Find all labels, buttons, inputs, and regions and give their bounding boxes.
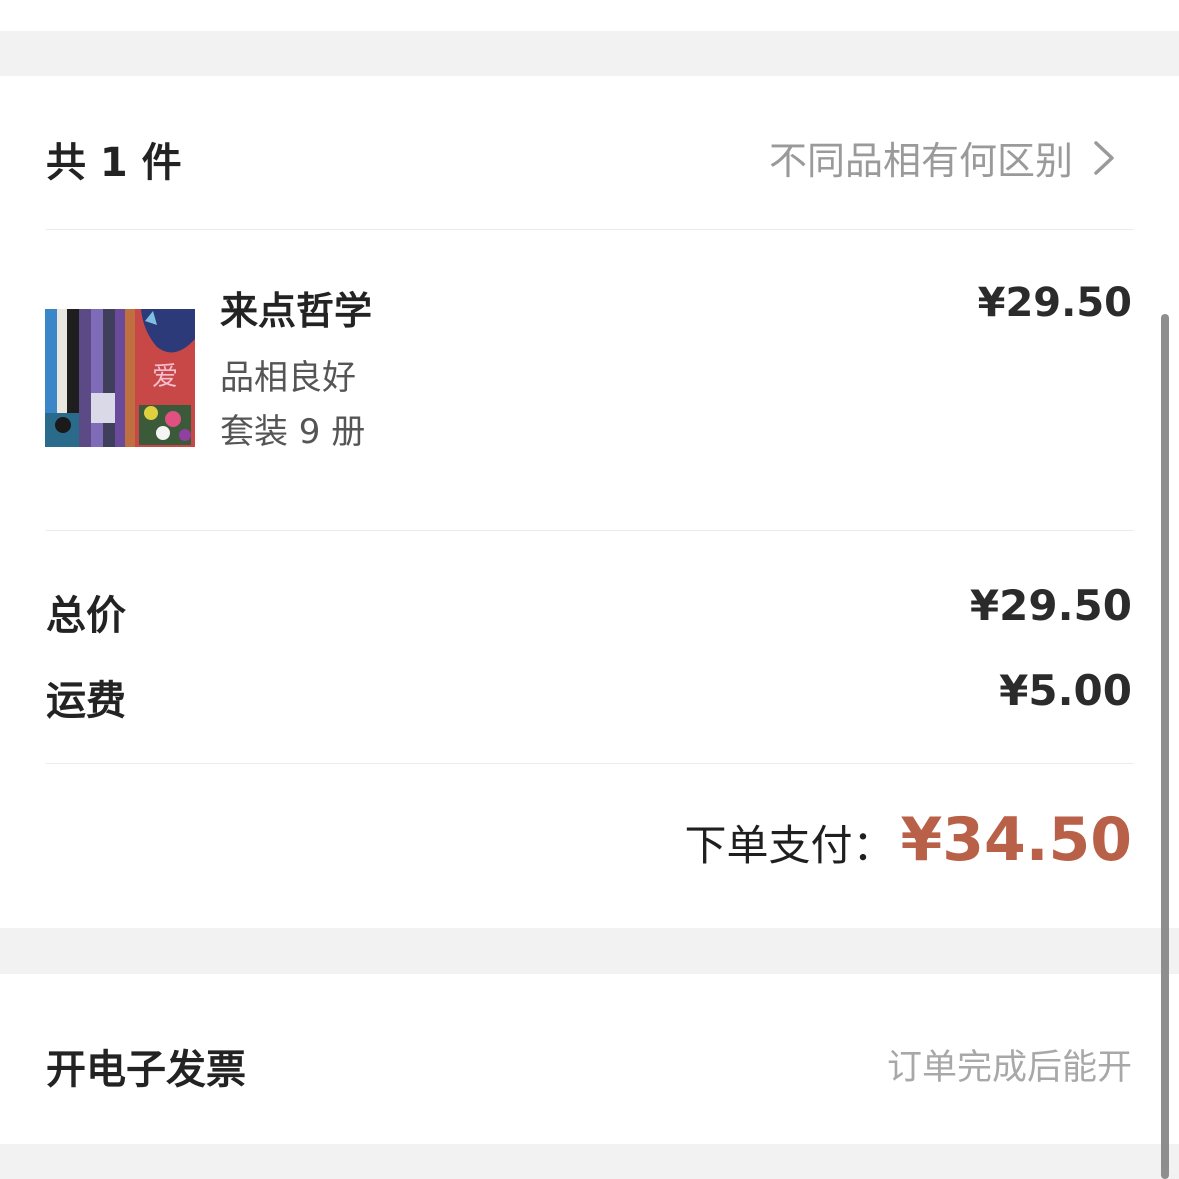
item-price: ¥29.50 xyxy=(977,280,1132,326)
payment-amount: ¥34.50 xyxy=(900,805,1132,875)
book-cover-image[interactable]: 爱 xyxy=(45,309,195,447)
divider xyxy=(46,763,1134,764)
item-title[interactable]: 来点哲学 xyxy=(220,280,372,335)
divider xyxy=(46,229,1134,230)
section-separator xyxy=(0,1144,1179,1179)
total-price-value: ¥29.50 xyxy=(969,581,1132,630)
grade-difference-label: 不同品相有何区别 xyxy=(768,139,1073,183)
book-set-illustration: 爱 xyxy=(45,309,195,447)
shipping-fee-label: 运费 xyxy=(46,678,126,724)
order-confirm-page: 共 1 件 不同品相有何区别 爱 来点哲学 品相良好 套装 9 册 ¥29.50… xyxy=(0,0,1179,1179)
item-count: 共 1 件 xyxy=(46,140,182,186)
shipping-fee-value: ¥5.00 xyxy=(999,666,1132,715)
cover-lettering: 爱 xyxy=(152,362,178,392)
payment-summary: 下单支付： ¥34.50 xyxy=(684,805,1132,875)
scrollbar[interactable] xyxy=(1161,314,1169,1179)
total-price-label: 总价 xyxy=(46,593,126,639)
e-invoice-label[interactable]: 开电子发票 xyxy=(46,1037,246,1095)
chevron-right-icon xyxy=(1094,140,1114,175)
e-invoice-note: 订单完成后能开 xyxy=(886,1048,1132,1088)
item-condition: 品相良好 xyxy=(220,358,356,398)
divider xyxy=(46,530,1134,531)
item-set-count: 套装 9 册 xyxy=(220,412,366,452)
grade-difference-link[interactable]: 不同品相有何区别 xyxy=(769,130,1117,185)
payment-label: 下单支付： xyxy=(684,821,895,870)
section-separator xyxy=(0,31,1179,76)
section-separator xyxy=(0,928,1179,974)
